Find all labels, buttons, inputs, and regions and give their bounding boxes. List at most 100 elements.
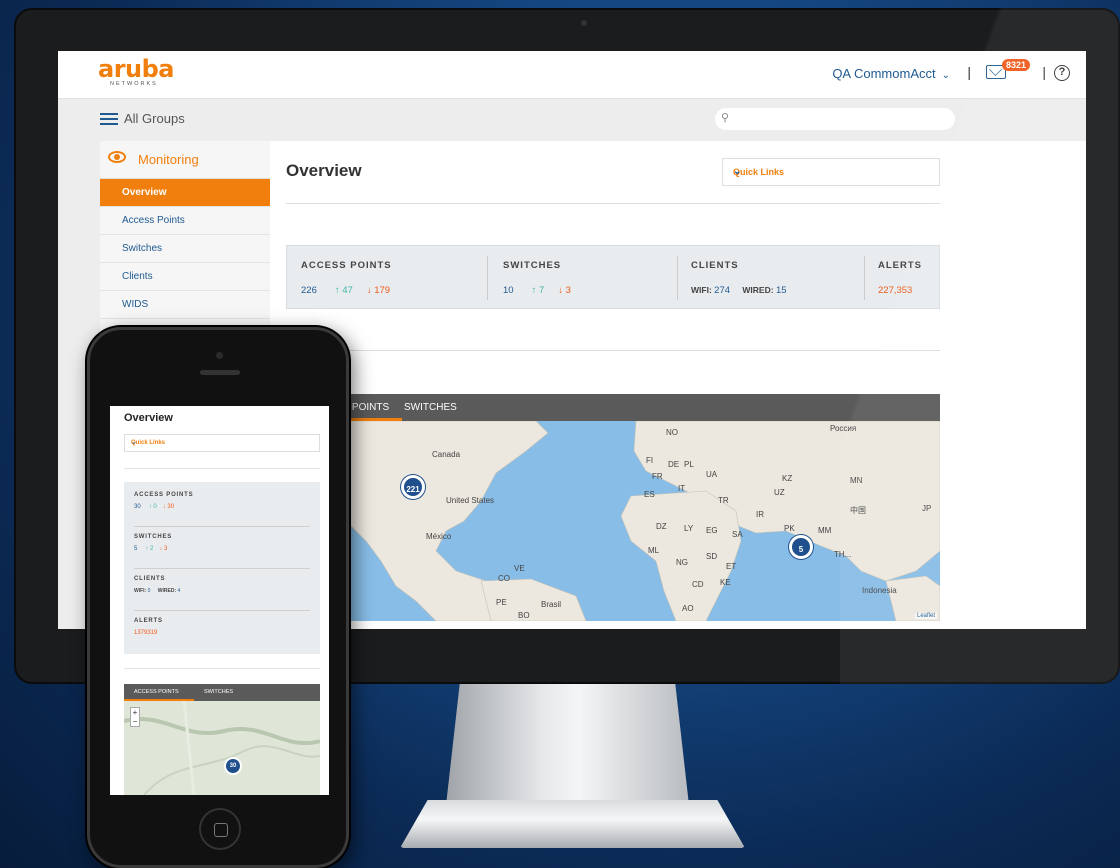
divider (677, 256, 678, 300)
phone-map-svg (124, 701, 320, 795)
zoom-controls[interactable]: + − (130, 707, 140, 727)
stat-clients[interactable]: CLIENTS WIFI: 274 WIRED: 15 (691, 260, 787, 296)
map-label-canada: Canada (432, 450, 461, 459)
divider (134, 526, 310, 527)
map-cluster-india[interactable]: 5 (789, 535, 813, 559)
map-label-jp: JP (922, 504, 931, 513)
help-icon[interactable]: ? (1054, 65, 1070, 81)
map-cluster-us[interactable]: 221 (401, 475, 425, 499)
aruba-logo[interactable]: aruba NETWORKS (98, 57, 175, 87)
map-label-kz: KZ (782, 474, 792, 483)
map-label-th: TH... (834, 550, 851, 559)
divider (286, 203, 940, 204)
map-label-dz: DZ (656, 522, 667, 531)
phone-device: Overview Quick Links ⌄ ACCESS POINTS 30 ↑… (87, 327, 349, 868)
mail-badge: 8321 (1001, 59, 1030, 71)
phone-stat-access-points[interactable]: ACCESS POINTS 30 ↑ 0 ↓ 30 (134, 492, 193, 510)
divider: | (1042, 64, 1046, 80)
map-label-china: 中国 (850, 505, 866, 515)
monitor-base (400, 800, 745, 848)
divider: | (967, 64, 971, 80)
stat-switches[interactable]: SWITCHES 10 ↑ 7 ↓ 3 (503, 260, 571, 296)
account-dropdown[interactable]: QA CommomAcct ⌄ (832, 66, 950, 81)
phone-map-cluster[interactable]: 30 (224, 757, 242, 775)
phone-screen: Overview Quick Links ⌄ ACCESS POINTS 30 ↑… (110, 406, 329, 795)
chevron-down-icon: ⌄ (131, 439, 137, 446)
map-label-ng: NG (676, 558, 688, 567)
map-label-pe: PE (496, 598, 507, 607)
africa-land (620, 490, 742, 621)
chevron-down-icon: ⌄ (733, 166, 742, 177)
map-label-ke: KE (720, 578, 731, 587)
zoom-out-button[interactable]: − (131, 717, 139, 726)
divider (134, 568, 310, 569)
phone-stat-switches[interactable]: SWITCHES 5 ↑ 2 ↓ 3 (134, 534, 172, 552)
phone-quick-links-select[interactable]: Quick Links ⌄ (124, 434, 320, 452)
map-svg: Canada United States México Brasil Росси… (286, 421, 940, 621)
stat-alerts[interactable]: ALERTS 227,353 (878, 260, 922, 296)
group-bar: All Groups ⚲ (58, 99, 1086, 141)
map-label-russia: Россия (830, 424, 856, 433)
map-label-de: DE (668, 460, 679, 469)
divider (134, 610, 310, 611)
all-groups-label[interactable]: All Groups (124, 111, 185, 126)
divider (864, 256, 865, 300)
stats-panel: ACCESS POINTS 226 ↑ 47 ↓ 179 SWITCHES 10 ↑ … (286, 245, 940, 309)
map-label-brasil: Brasil (541, 600, 561, 609)
phone-stat-alerts[interactable]: ALERTS 1379319 (134, 618, 163, 636)
sidebar-item-switches[interactable]: Switches (100, 235, 270, 263)
map-label-ao: AO (682, 604, 694, 613)
map-label-cd: CD (692, 580, 704, 589)
divider (124, 668, 320, 669)
sidebar-item-access-points[interactable]: Access Points (100, 207, 270, 235)
map-label-ml: ML (648, 546, 660, 555)
map-label-es: ES (644, 490, 655, 499)
stat-access-points[interactable]: ACCESS POINTS 226 ↑ 47 ↓ 179 (301, 260, 392, 296)
map-label-us: United States (446, 496, 494, 505)
search-input[interactable]: ⚲ (715, 108, 955, 130)
phone-map[interactable]: + − 30 (124, 701, 320, 795)
main-panel: Overview Quick Links ⌄ ACCESS POINTS 226… (270, 141, 1086, 629)
divider (286, 350, 940, 351)
phone-stat-clients[interactable]: CLIENTS WIFI: 0 WIRED: 4 (134, 576, 180, 594)
map-label-pk: PK (784, 524, 795, 533)
phone-tab-access-points[interactable]: ACCESS POINTS (134, 689, 179, 695)
map-label-ve: VE (514, 564, 525, 573)
map-label-et: ET (726, 562, 736, 571)
map-river (124, 717, 320, 745)
map-label-fr: FR (652, 472, 663, 481)
search-icon: ⚲ (721, 112, 730, 124)
map-road (182, 701, 196, 795)
zoom-in-button[interactable]: + (131, 708, 139, 717)
home-button[interactable] (199, 808, 241, 850)
map-attribution[interactable]: Leaflet (914, 613, 937, 619)
phone-camera (216, 352, 223, 359)
map-label-tr: TR (718, 496, 729, 505)
map-label-sa: SA (732, 530, 743, 539)
map-label-ua: UA (706, 470, 718, 479)
map-label-mn: MN (850, 476, 863, 485)
phone-stats-panel: ACCESS POINTS 30 ↑ 0 ↓ 30 SWITCHES 5 ↑ 2 ↓ 3… (124, 482, 320, 654)
map-label-mexico: México (426, 532, 452, 541)
quick-links-select[interactable]: Quick Links ⌄ (722, 158, 940, 186)
sidebar-item-wids[interactable]: WIDS (100, 291, 270, 319)
map-label-ly: LY (684, 524, 694, 533)
tab-switches[interactable]: SWITCHES (404, 402, 457, 413)
phone-page-title: Overview (124, 412, 173, 424)
divider (124, 468, 320, 469)
map-label-fi: FI (646, 456, 653, 465)
sidebar-item-clients[interactable]: Clients (100, 263, 270, 291)
map-label-pl: PL (684, 460, 694, 469)
menu-icon[interactable] (100, 113, 118, 125)
map-label-ir: IR (756, 510, 764, 519)
page-title: Overview (286, 161, 362, 180)
webcam (581, 20, 587, 26)
phone-speaker (200, 370, 240, 375)
map-tabs: ACCESS POINTS SWITCHES (286, 394, 940, 421)
phone-tab-switches[interactable]: SWITCHES (204, 689, 233, 695)
world-map[interactable]: Canada United States México Brasil Росси… (286, 421, 940, 621)
monitor-stand (445, 684, 690, 814)
map-label-it: IT (678, 484, 685, 493)
sidebar-item-overview[interactable]: Overview (100, 179, 284, 207)
monitoring-section[interactable]: Monitoring (100, 141, 270, 179)
